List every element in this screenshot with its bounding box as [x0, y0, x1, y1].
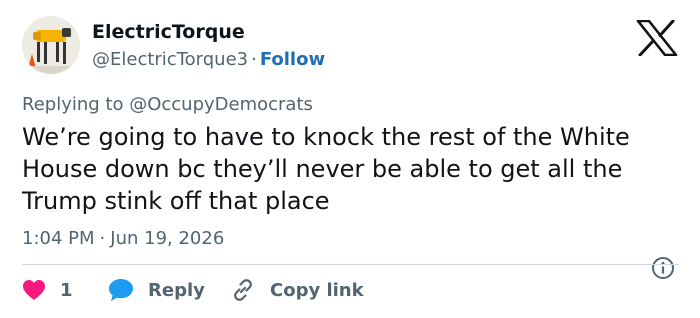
- copy-link-button[interactable]: Copy link: [230, 276, 364, 304]
- info-icon[interactable]: [651, 256, 675, 280]
- copy-link-label: Copy link: [270, 279, 364, 301]
- tweet-text: We’re going to have to knock the rest of…: [22, 123, 630, 215]
- author-handle[interactable]: @ElectricTorque3: [92, 49, 248, 70]
- robot-dog-avatar-image: [22, 16, 80, 74]
- like-button[interactable]: 1: [22, 276, 73, 304]
- tweet-time: 1:04 PM: [22, 228, 95, 249]
- tweet-timestamp[interactable]: 1:04 PM · Jun 19, 2026: [22, 228, 224, 249]
- author-name[interactable]: ElectricTorque: [92, 21, 245, 43]
- divider: [22, 264, 679, 265]
- tweet-date: Jun 19, 2026: [110, 228, 225, 249]
- timestamp-separator: ·: [99, 228, 106, 249]
- author-handle-line: @ElectricTorque3 · Follow: [92, 49, 325, 70]
- like-count: 1: [60, 279, 73, 301]
- x-logo-icon[interactable]: [636, 20, 678, 56]
- speech-bubble-icon: [109, 279, 133, 301]
- handle-separator: ·: [251, 49, 257, 70]
- reply-button[interactable]: Reply: [108, 276, 205, 304]
- follow-button[interactable]: Follow: [260, 49, 325, 70]
- tweet-card: ElectricTorque @ElectricTorque3 · Follow R…: [0, 0, 700, 318]
- heart-icon: [23, 280, 45, 300]
- reply-label: Reply: [148, 279, 205, 301]
- link-icon: [234, 279, 252, 301]
- reply-context[interactable]: Replying to @OccupyDemocrats: [22, 94, 313, 115]
- avatar[interactable]: [22, 16, 80, 74]
